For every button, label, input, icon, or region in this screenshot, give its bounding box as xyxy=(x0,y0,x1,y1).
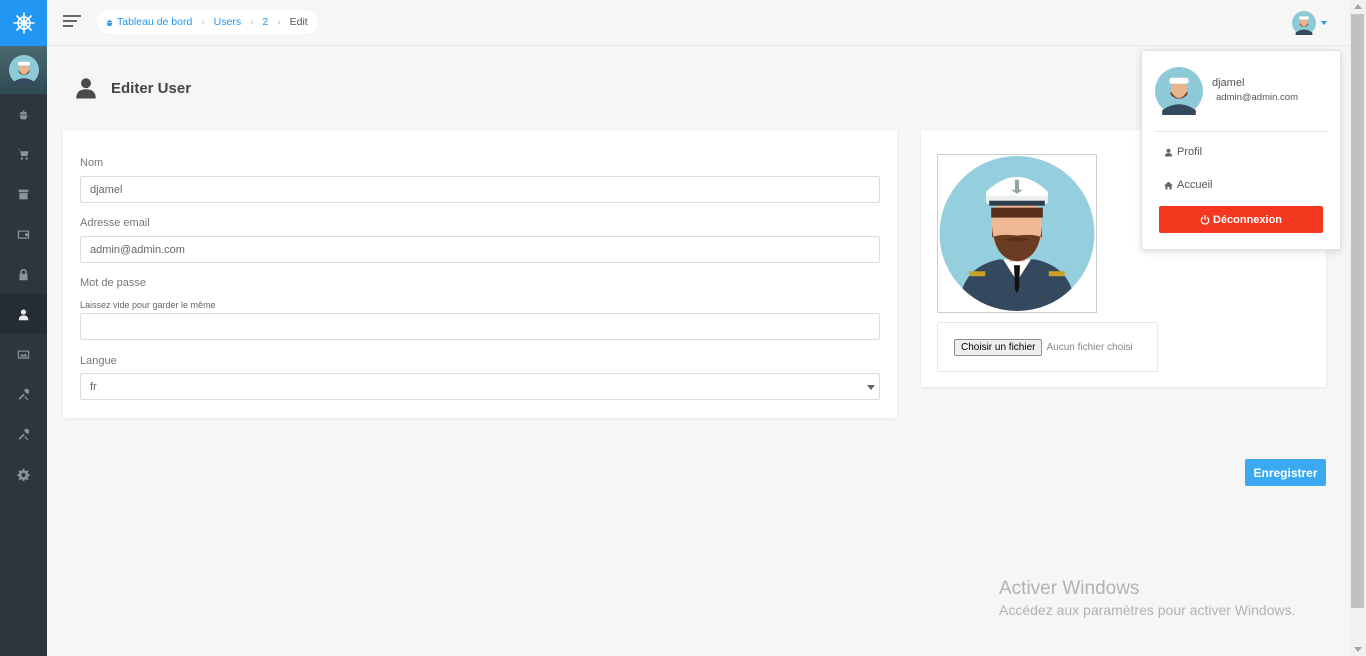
chevron-down-icon xyxy=(867,385,875,390)
breadcrumb-separator: › xyxy=(277,16,281,28)
tools-icon xyxy=(18,428,30,440)
file-status: Aucun fichier choisi xyxy=(1046,341,1133,353)
watermark-title: Activer Windows xyxy=(999,578,1140,599)
gear-icon xyxy=(17,468,30,481)
home-label: Accueil xyxy=(1177,179,1213,191)
image-icon xyxy=(17,349,30,359)
avatar xyxy=(1292,11,1316,35)
home-menu-item[interactable]: Accueil xyxy=(1164,179,1212,191)
name-field[interactable]: djamel xyxy=(80,176,880,203)
watermark-subtitle: Accédez aux paramètres pour activer Wind… xyxy=(999,602,1296,618)
sidebar-item-tools-2[interactable] xyxy=(0,414,47,454)
logout-label: Déconnexion xyxy=(1212,213,1283,226)
dashboard-icon xyxy=(106,19,113,26)
cart-icon xyxy=(17,149,29,160)
sidebar-item-settings[interactable] xyxy=(0,454,47,494)
sidebar-item-cart[interactable] xyxy=(0,134,47,174)
breadcrumb-dashboard[interactable]: Tableau de bord xyxy=(105,16,192,28)
user-icon xyxy=(1164,148,1173,156)
divider xyxy=(1156,131,1328,132)
user-form-card: Nom djamel Adresse email admin@admin.com… xyxy=(63,130,897,418)
menu-toggle-icon[interactable] xyxy=(63,15,81,29)
password-hint: Laissez vide pour garder le même xyxy=(80,300,216,310)
scroll-up-icon[interactable] xyxy=(1354,4,1362,9)
avatar-preview xyxy=(937,154,1097,313)
page-scrollbar[interactable] xyxy=(1349,0,1366,656)
user-dropdown-menu: djamel admin@admin.com Profil Accueil Dé… xyxy=(1141,50,1341,250)
logout-button[interactable]: Déconnexion xyxy=(1159,206,1323,233)
sidebar-item-boats[interactable] xyxy=(0,94,47,134)
sidebar-item-users[interactable] xyxy=(0,294,47,334)
file-upload: Choisir un fichier Aucun fichier choisi xyxy=(937,322,1158,372)
user-menu-toggle[interactable] xyxy=(1292,11,1327,35)
password-label: Mot de passe xyxy=(80,277,147,289)
language-select[interactable]: fr xyxy=(80,373,880,400)
power-icon xyxy=(1200,214,1210,225)
email-field[interactable]: admin@admin.com xyxy=(80,236,880,263)
lock-icon xyxy=(19,268,28,280)
home-icon xyxy=(1164,181,1173,189)
email-label: Adresse email xyxy=(80,217,150,229)
page-title: Editer User xyxy=(111,79,192,97)
sidebar xyxy=(0,0,47,656)
breadcrumb-users[interactable]: Users xyxy=(214,16,241,28)
boat-icon xyxy=(19,109,28,119)
user-icon xyxy=(18,308,29,320)
user-email: admin@admin.com xyxy=(1216,92,1298,103)
language-selected-value: fr xyxy=(90,380,97,393)
profile-label: Profil xyxy=(1177,146,1203,158)
language-label: Langue xyxy=(80,355,117,367)
avatar xyxy=(1155,67,1203,118)
sidebar-item-security[interactable] xyxy=(0,254,47,294)
helm-logo-icon[interactable] xyxy=(0,0,47,46)
box-icon xyxy=(18,189,29,199)
sidebar-item-media[interactable] xyxy=(0,334,47,374)
scroll-down-icon[interactable] xyxy=(1354,647,1362,652)
breadcrumb-current: Edit xyxy=(289,16,308,28)
chevron-down-icon xyxy=(1321,21,1327,25)
scrollbar-thumb[interactable] xyxy=(1351,14,1364,608)
breadcrumb-separator: › xyxy=(201,16,205,28)
sidebar-item-wallet[interactable] xyxy=(0,214,47,254)
breadcrumb-separator: › xyxy=(250,16,254,28)
wallet-icon xyxy=(17,229,30,239)
page-header: Editer User xyxy=(74,76,191,100)
tools-icon xyxy=(18,388,30,400)
user-name: djamel xyxy=(1212,77,1245,89)
password-field[interactable] xyxy=(80,313,880,340)
sidebar-item-tools[interactable] xyxy=(0,374,47,414)
choose-file-button[interactable]: Choisir un fichier xyxy=(954,338,1043,356)
top-bar: Tableau de bord › Users › 2 › Edit xyxy=(47,0,1349,46)
sidebar-item-products[interactable] xyxy=(0,174,47,214)
user-icon xyxy=(76,78,96,99)
breadcrumb-user-id[interactable]: 2 xyxy=(262,16,268,28)
sidebar-avatar[interactable] xyxy=(0,46,47,94)
breadcrumb: Tableau de bord › Users › 2 › Edit xyxy=(97,10,318,34)
windows-activation-watermark: Activer Windows Accédez aux paramètres p… xyxy=(999,578,1295,618)
name-label: Nom xyxy=(80,157,104,169)
profile-menu-item[interactable]: Profil xyxy=(1164,146,1202,158)
save-button[interactable]: Enregistrer xyxy=(1245,459,1326,486)
